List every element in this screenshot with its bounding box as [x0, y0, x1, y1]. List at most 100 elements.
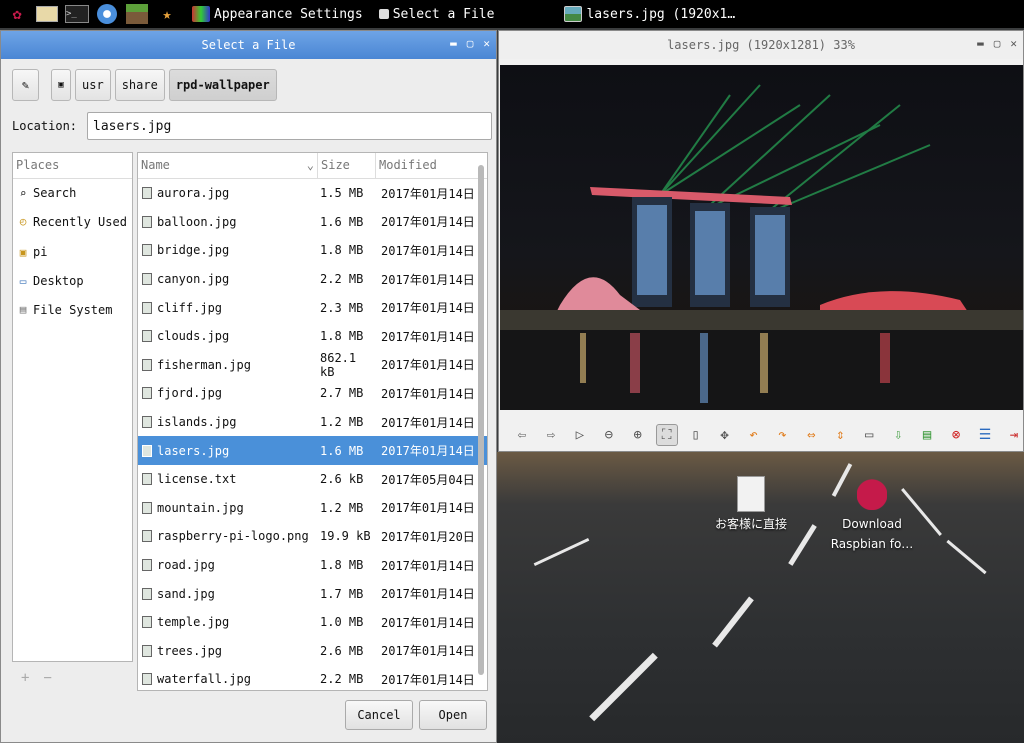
file-row[interactable]: aurora.jpg 1.5 MB 2017年01月14日	[138, 179, 487, 208]
place-desktop[interactable]: ▭ Desktop	[13, 267, 132, 296]
mathematica-icon[interactable]: ★	[154, 3, 180, 25]
file-row[interactable]: cliff.jpg 2.3 MB 2017年01月14日	[138, 293, 487, 322]
file-icon	[142, 587, 152, 600]
file-row[interactable]: license.txt 2.6 kB 2017年05月04日	[138, 465, 487, 494]
original-size-icon[interactable]: ▯	[685, 424, 707, 446]
fit-window-icon[interactable]: ⛶	[655, 424, 678, 446]
file-row[interactable]: bridge.jpg 1.8 MB 2017年01月14日	[138, 236, 487, 265]
fullscreen-icon[interactable]: ✥	[714, 424, 736, 446]
file-chooser-titlebar[interactable]: Select a File ▬ ▢ ✕	[1, 31, 496, 59]
zoom-out-icon[interactable]: ⊖	[598, 424, 620, 446]
task-appearance-settings[interactable]: Appearance Settings	[188, 0, 367, 28]
file-row[interactable]: fisherman.jpg 862.1 kB 2017年01月14日	[138, 351, 487, 380]
zoom-in-icon[interactable]: ⊕	[627, 424, 649, 446]
home-folder-icon: ▣	[19, 245, 27, 259]
file-row[interactable]: islands.jpg 1.2 MB 2017年01月14日	[138, 408, 487, 437]
path-segment-rpd-wallpaper[interactable]: rpd-wallpaper	[168, 69, 277, 101]
file-row[interactable]: mountain.jpg 1.2 MB 2017年01月14日	[138, 494, 487, 523]
task-select-a-file[interactable]: Select a File	[375, 0, 499, 28]
file-size: 2.2 MB	[320, 272, 364, 287]
file-icon	[142, 273, 152, 286]
marina-bay-photo	[500, 84, 1023, 410]
file-modified: 2017年01月14日	[381, 272, 475, 287]
file-size: 1.5 MB	[320, 186, 364, 201]
file-row[interactable]: sand.jpg 1.7 MB 2017年01月14日	[138, 579, 487, 608]
file-row[interactable]: canyon.jpg 2.2 MB 2017年01月14日	[138, 265, 487, 294]
delete-icon[interactable]: ⊗	[945, 424, 967, 446]
minimize-icon[interactable]: ▬	[977, 37, 984, 50]
location-label: Location:	[12, 119, 78, 133]
remove-bookmark-icon[interactable]: −	[43, 670, 51, 686]
place-file-system[interactable]: ▤ File System	[13, 295, 132, 324]
file-name-cell: aurora.jpg	[138, 186, 318, 200]
rotate-right-icon[interactable]: ↷	[771, 424, 793, 446]
previous-icon[interactable]: ⇦	[511, 424, 533, 446]
place-label: File System	[33, 302, 113, 317]
place-search[interactable]: ⌕ Search	[13, 179, 132, 208]
save-icon[interactable]: ⇩	[887, 424, 909, 446]
scrollbar-thumb[interactable]	[478, 165, 484, 675]
file-row[interactable]: balloon.jpg 1.6 MB 2017年01月14日	[138, 208, 487, 237]
maximize-icon[interactable]: ▢	[994, 37, 1001, 50]
slideshow-icon[interactable]: ▷	[569, 424, 591, 446]
minecraft-icon[interactable]	[124, 3, 150, 25]
rotate-left-icon[interactable]: ↶	[743, 424, 765, 446]
location-input[interactable]: lasers.jpg	[87, 112, 493, 140]
terminal-icon[interactable]: >_	[64, 3, 90, 25]
task-image-viewer[interactable]: lasers.jpg (1920x1…	[560, 0, 739, 28]
file-name: sand.jpg	[157, 586, 215, 601]
column-modified[interactable]: Modified	[376, 153, 476, 178]
column-name[interactable]: Name ⌄	[138, 153, 318, 178]
file-modified: 2017年01月14日	[381, 358, 475, 373]
file-row[interactable]: clouds.jpg 1.8 MB 2017年01月14日	[138, 322, 487, 351]
edit-location-icon: ✎	[21, 78, 30, 92]
file-size: 1.7 MB	[320, 586, 364, 601]
type-location-button[interactable]: ✎	[12, 69, 39, 101]
column-size[interactable]: Size	[318, 153, 376, 178]
image-viewer-titlebar[interactable]: lasers.jpg (1920x1281) 33% ▬ ▢ ✕	[499, 31, 1023, 59]
scrollbar[interactable]	[477, 155, 485, 688]
file-name: balloon.jpg	[157, 214, 237, 229]
close-icon[interactable]: ✕	[483, 37, 490, 50]
path-segment-share[interactable]: share	[114, 69, 165, 101]
path-segment-usr[interactable]: usr	[75, 69, 111, 101]
quit-icon[interactable]: ⇥	[1003, 424, 1024, 446]
minimize-icon[interactable]: ▬	[450, 37, 457, 50]
raspberry-menu-icon[interactable]: ✿	[4, 3, 30, 25]
place-home[interactable]: ▣ pi	[13, 238, 132, 267]
cancel-button[interactable]: Cancel	[345, 700, 413, 730]
chromium-icon[interactable]	[94, 3, 120, 25]
appearance-settings-icon	[192, 6, 210, 22]
open-file-icon[interactable]: ▭	[858, 424, 880, 446]
maximize-icon[interactable]: ▢	[467, 37, 474, 50]
file-icon	[142, 416, 152, 429]
file-name-cell: canyon.jpg	[138, 272, 318, 286]
close-icon[interactable]: ✕	[1010, 37, 1017, 50]
file-row[interactable]: trees.jpg 2.6 MB 2017年01月14日	[138, 637, 487, 666]
task-label: Appearance Settings	[214, 6, 363, 22]
file-row[interactable]: fjord.jpg 2.7 MB 2017年01月14日	[138, 379, 487, 408]
save-as-icon[interactable]: ▤	[916, 424, 938, 446]
path-root-button[interactable]: ▣	[51, 69, 71, 101]
file-manager-icon[interactable]	[34, 3, 60, 25]
file-name: temple.jpg	[157, 615, 230, 630]
flip-horizontal-icon[interactable]: ⇔	[800, 424, 822, 446]
desktop-icon-text-file[interactable]: お客様に直接	[696, 476, 806, 534]
file-modified: 2017年01月14日	[381, 215, 475, 230]
file-row[interactable]: waterfall.jpg 2.2 MB 2017年01月14日	[138, 665, 487, 690]
next-icon[interactable]: ⇨	[540, 424, 562, 446]
file-row[interactable]: temple.jpg 1.0 MB 2017年01月14日	[138, 608, 487, 637]
place-recently-used[interactable]: ◴ Recently Used	[13, 208, 132, 237]
desktop-icon-download-raspbian[interactable]: Download Raspbian fo…	[817, 472, 927, 554]
flip-vertical-icon[interactable]: ⇕	[829, 424, 851, 446]
preferences-icon[interactable]: ☰	[974, 424, 996, 446]
open-button[interactable]: Open	[419, 700, 487, 730]
add-bookmark-icon[interactable]: +	[21, 670, 29, 686]
file-row[interactable]: lasers.jpg 1.6 MB 2017年01月14日	[138, 436, 487, 465]
file-row[interactable]: raspberry-pi-logo.png 19.9 kB 2017年01月20日	[138, 522, 487, 551]
file-row[interactable]: road.jpg 1.8 MB 2017年01月14日	[138, 551, 487, 580]
file-name-cell: raspberry-pi-logo.png	[138, 529, 318, 543]
file-icon	[142, 187, 152, 200]
places-header: Places	[13, 153, 132, 179]
task-label: lasers.jpg (1920x1…	[586, 6, 736, 22]
